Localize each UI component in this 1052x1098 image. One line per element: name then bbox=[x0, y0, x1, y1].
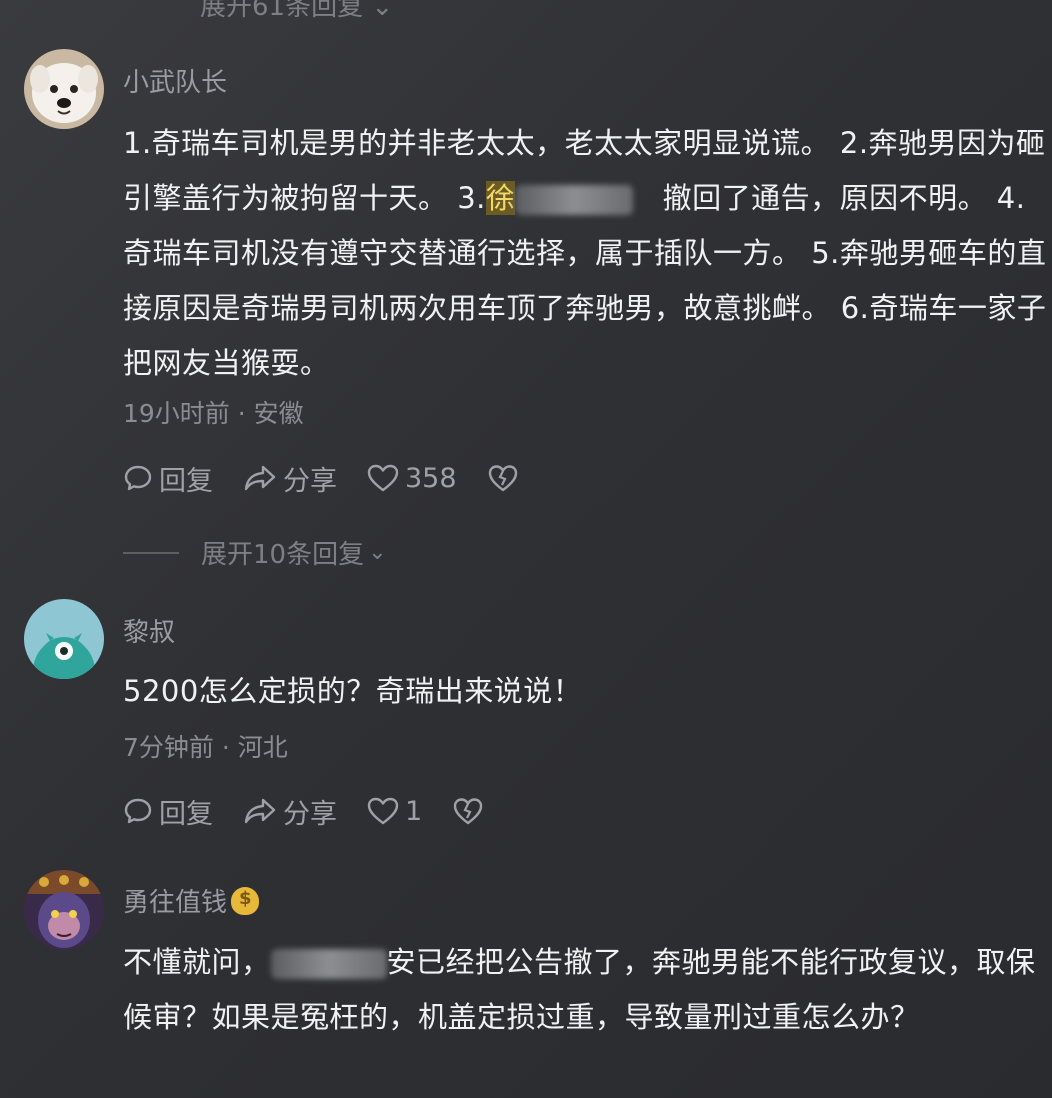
share-arrow-icon bbox=[244, 465, 276, 491]
share-label: 分享 bbox=[283, 798, 337, 830]
comment-meta: 7分钟前 · 河北 bbox=[123, 733, 288, 762]
dislike-button[interactable] bbox=[452, 796, 484, 826]
comment-meta: 19小时前 · 安徽 bbox=[123, 399, 304, 428]
like-count: 1 bbox=[405, 795, 423, 827]
expand-replies-label: 展开10条回复 bbox=[201, 540, 365, 570]
like-button[interactable]: 358 bbox=[367, 463, 457, 494]
redacted-text bbox=[515, 185, 634, 215]
broken-heart-icon bbox=[488, 465, 517, 492]
reply-label: 回复 bbox=[159, 798, 213, 830]
redacted-text bbox=[270, 949, 387, 979]
like-button[interactable]: 1 bbox=[367, 796, 422, 827]
comment-body: 不懂就问， 安已经把公告撤了，奔驰男能不能行政复议，取保候审？如果是冤枉的，机盖定… bbox=[123, 935, 1048, 1045]
heart-icon bbox=[367, 464, 399, 492]
top-expand-replies[interactable]: 展开61条回复 ⌄ bbox=[200, 0, 393, 23]
username[interactable]: 小武队长 bbox=[123, 62, 227, 99]
heart-icon bbox=[367, 797, 399, 825]
comment-bubble-icon bbox=[124, 798, 152, 824]
comment-body: 5200怎么定损的？奇瑞出来说说！ bbox=[123, 674, 583, 708]
highlighted-text[interactable]: 徐 bbox=[485, 181, 516, 215]
action-bar: 回复 分享 1 bbox=[123, 791, 514, 831]
comment-text: 不懂就问， bbox=[123, 945, 271, 979]
share-button[interactable]: 分享 bbox=[243, 459, 337, 498]
action-bar: 回复 分享 358 bbox=[123, 458, 549, 498]
share-label: 分享 bbox=[283, 465, 337, 497]
share-arrow-icon bbox=[244, 798, 276, 824]
expand-replies[interactable]: 展开10条回复 ⌄ bbox=[123, 534, 387, 571]
share-button[interactable]: 分享 bbox=[243, 792, 337, 831]
monster-avatar-icon bbox=[24, 599, 104, 679]
broken-heart-icon bbox=[453, 798, 483, 825]
like-count: 358 bbox=[405, 462, 457, 494]
avatar[interactable] bbox=[24, 49, 104, 129]
reply-button[interactable]: 回复 bbox=[123, 459, 213, 498]
avatar[interactable] bbox=[24, 599, 104, 679]
divider-line bbox=[123, 551, 179, 554]
comment-bubble-icon bbox=[124, 465, 152, 491]
username[interactable]: 勇往值钱 bbox=[123, 882, 260, 919]
reply-label: 回复 bbox=[159, 465, 213, 497]
chevron-down-icon: ⌄ bbox=[371, 0, 394, 22]
top-expand-label: 展开61条回复 bbox=[200, 0, 364, 22]
dog-avatar-icon bbox=[24, 49, 104, 129]
chevron-down-icon: ⌄ bbox=[368, 540, 387, 565]
money-bag-icon bbox=[231, 887, 260, 915]
monkey-king-avatar-icon bbox=[24, 870, 104, 950]
dislike-button[interactable] bbox=[487, 463, 519, 493]
reply-button[interactable]: 回复 bbox=[123, 792, 213, 831]
comment-body: 1.奇瑞车司机是男的并非老太太，老太太家明显说谎。 2.奔驰男因为砸引擎盖行为被… bbox=[123, 116, 1048, 391]
username-text: 勇往值钱 bbox=[123, 888, 228, 918]
username[interactable]: 黎叔 bbox=[123, 612, 175, 649]
avatar[interactable] bbox=[24, 870, 104, 950]
